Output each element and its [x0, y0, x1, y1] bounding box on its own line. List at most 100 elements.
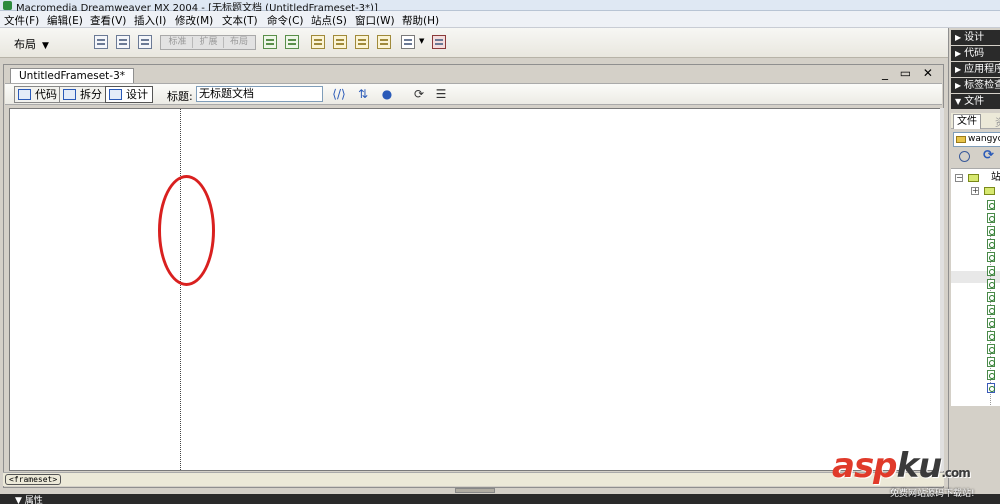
- menu-window[interactable]: 窗口(W): [355, 13, 395, 28]
- view-options-icon[interactable]: ☰: [433, 87, 449, 102]
- table-icon[interactable]: [94, 35, 108, 49]
- layout-table-icon[interactable]: [138, 35, 152, 49]
- html-file-icon[interactable]: [987, 279, 995, 289]
- menu-site[interactable]: 站点(S): [311, 13, 347, 28]
- vertical-scrollbar[interactable]: [940, 108, 944, 471]
- folder-icon: [984, 187, 995, 195]
- tab-assets[interactable]: 资: [995, 114, 1000, 129]
- html-file-icon[interactable]: [987, 226, 995, 236]
- split-view-icon: [63, 89, 76, 100]
- html-file-icon[interactable]: [987, 292, 995, 302]
- connect-icon[interactable]: [959, 151, 970, 162]
- menu-edit[interactable]: 编辑(E): [47, 13, 83, 28]
- document-title-input[interactable]: 无标题文档: [196, 86, 323, 102]
- refresh-icon[interactable]: ⟳: [983, 148, 994, 163]
- panel-group-label: 设计: [964, 32, 985, 43]
- panel-group-label: 应用程序: [964, 64, 1000, 75]
- html-file-icon[interactable]: [987, 370, 995, 380]
- refresh-design-icon[interactable]: ⟳: [411, 87, 427, 102]
- frame-icon[interactable]: [263, 35, 277, 49]
- tree-folder-row[interactable]: +: [971, 185, 1000, 197]
- chevron-down-icon: ▼: [42, 41, 49, 51]
- insert-category-label: 布局: [14, 38, 36, 51]
- html-file-icon[interactable]: [987, 357, 995, 367]
- menu-text[interactable]: 文本(T): [222, 13, 258, 28]
- layout-mode-group: 标准 扩展 布局: [160, 35, 256, 50]
- tree-root-row[interactable]: − 站: [955, 172, 1000, 184]
- menu-insert[interactable]: 插入(I): [134, 13, 166, 28]
- watermark-logo: aspku.com: [832, 446, 971, 486]
- properties-label: ▼ 属性: [15, 496, 43, 504]
- menu-file[interactable]: 文件(F): [4, 13, 39, 28]
- window-controls[interactable]: _ ▭ ✕: [882, 66, 937, 80]
- site-name: wangyc: [968, 134, 1000, 144]
- file-tree: − 站 +: [951, 168, 1000, 406]
- document-tab[interactable]: UntitledFrameset-3*: [10, 68, 135, 84]
- watermark-logo-main: asp: [832, 446, 898, 486]
- html-file-icon[interactable]: [987, 252, 995, 262]
- watermark: aspku.com 免费网站源码下载站!: [826, 446, 998, 502]
- file-management-icon[interactable]: ⇅: [355, 87, 371, 102]
- html-file-icon[interactable]: [987, 318, 995, 328]
- tab-files[interactable]: 文件: [953, 114, 981, 129]
- collapse-triangle-icon: ▼: [955, 97, 962, 106]
- panel-group-label: 文件: [964, 96, 985, 107]
- menu-bar: 文件(F) 编辑(E) 查看(V) 插入(I) 修改(M) 文本(T) 命令(C…: [0, 11, 1000, 28]
- menu-commands[interactable]: 命令(C): [267, 13, 304, 28]
- standard-mode-button[interactable]: 标准: [163, 37, 193, 48]
- frame-border[interactable]: [180, 109, 181, 470]
- html-file-icon[interactable]: [987, 266, 995, 276]
- validate-markup-icon[interactable]: ⟨/⟩: [331, 87, 347, 102]
- site-select[interactable]: wangyc: [953, 132, 1000, 147]
- expanded-mode-button[interactable]: 扩展: [194, 37, 224, 48]
- code-view-button[interactable]: 代码: [14, 86, 62, 103]
- watermark-logo-tld: .com: [941, 466, 970, 480]
- panel-group-code[interactable]: ▶ 代码: [951, 46, 1000, 61]
- collapse-icon[interactable]: −: [955, 174, 963, 182]
- document-toolbar: 代码 拆分 设计 标题: 无标题文档 ⟨/⟩ ⇅ ● ⟳ ☰: [5, 83, 942, 105]
- menu-help[interactable]: 帮助(H): [402, 13, 439, 28]
- insert-category-select[interactable]: 布局 ▼: [14, 36, 49, 52]
- html-file-icon[interactable]: [987, 305, 995, 315]
- frames-nested-icon[interactable]: [355, 35, 369, 49]
- menu-view[interactable]: 查看(V): [90, 13, 126, 28]
- split-view-label: 拆分: [80, 88, 102, 101]
- design-view-button[interactable]: 设计: [105, 86, 153, 103]
- watermark-logo-accent: ku: [896, 446, 943, 486]
- panel-splitter-handle[interactable]: [455, 488, 495, 493]
- html-file-icon[interactable]: [987, 239, 995, 249]
- html-file-icon[interactable]: [987, 331, 995, 341]
- panel-group-design[interactable]: ▶ 设计: [951, 30, 1000, 45]
- iframe-icon[interactable]: [285, 35, 299, 49]
- expand-triangle-icon: ▶: [955, 33, 962, 42]
- preview-browser-icon[interactable]: ●: [379, 87, 395, 102]
- tabular-data-icon[interactable]: [432, 35, 446, 49]
- image-file-icon[interactable]: [987, 383, 995, 393]
- design-canvas[interactable]: [9, 108, 944, 471]
- frames-bottom-icon[interactable]: [377, 35, 391, 49]
- menu-modify[interactable]: 修改(M): [175, 13, 213, 28]
- code-view-label: 代码: [35, 88, 57, 101]
- panel-group-tag-inspector[interactable]: ▶标签检查器: [951, 78, 1000, 93]
- files-toolbar: ⟳: [951, 148, 1000, 166]
- frames-top-icon[interactable]: [333, 35, 347, 49]
- frames-dropdown-icon[interactable]: [401, 35, 415, 49]
- html-file-icon[interactable]: [987, 344, 995, 354]
- insert-toolbar: 布局 ▼ 标准 扩展 布局 ▼: [0, 28, 948, 58]
- panel-group-label: 标签检查器: [964, 80, 1000, 91]
- expand-icon[interactable]: +: [971, 187, 979, 195]
- chevron-down-icon[interactable]: ▼: [419, 37, 424, 45]
- split-view-button[interactable]: 拆分: [59, 86, 107, 103]
- expand-triangle-icon: ▶: [955, 81, 962, 90]
- html-file-icon[interactable]: [987, 213, 995, 223]
- expand-triangle-icon: ▶: [955, 49, 962, 58]
- panel-group-application[interactable]: ▶ 应用程序: [951, 62, 1000, 77]
- document-window: UntitledFrameset-3* _ ▭ ✕ 代码 拆分 设计 标题: 无…: [3, 64, 944, 488]
- panel-group-files[interactable]: ▼ 文件: [951, 94, 1000, 109]
- layer-icon[interactable]: [116, 35, 130, 49]
- code-view-icon: [18, 89, 31, 100]
- html-file-icon[interactable]: [987, 200, 995, 210]
- tag-selector-frameset[interactable]: <frameset>: [5, 474, 62, 485]
- layout-mode-button[interactable]: 布局: [225, 37, 253, 48]
- frames-left-icon[interactable]: [311, 35, 325, 49]
